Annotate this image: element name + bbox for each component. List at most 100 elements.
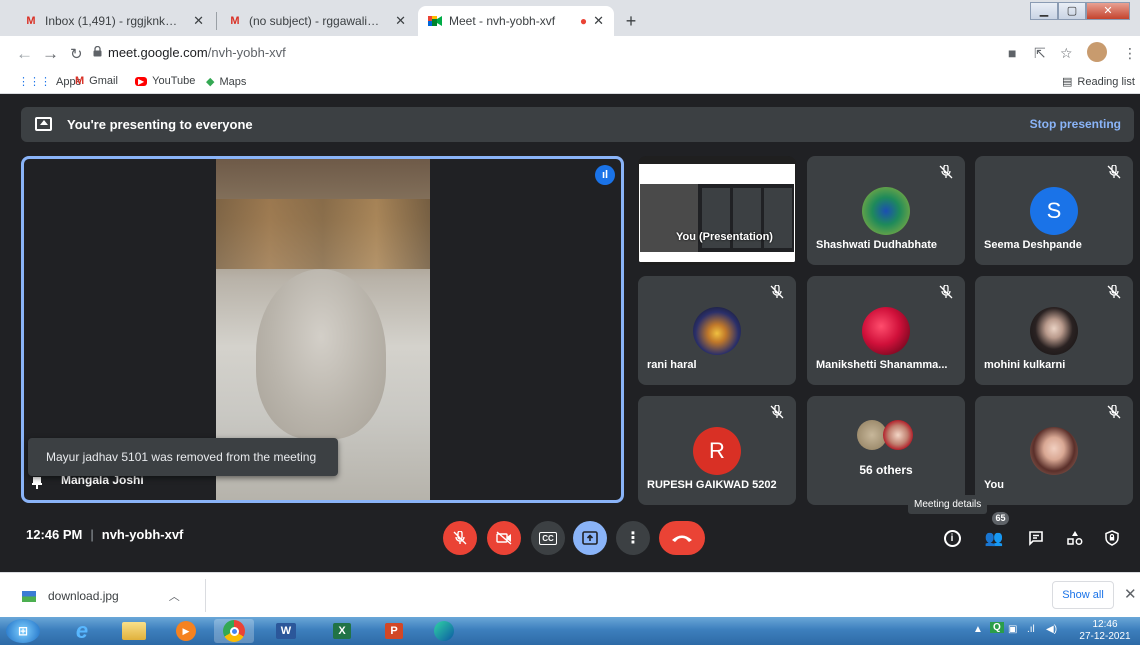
more-options-button[interactable]: ⋮ (616, 521, 650, 555)
download-item[interactable]: download.jpg ︿ (22, 588, 180, 604)
presenting-banner: You're presenting to everyone Stop prese… (21, 107, 1134, 142)
meeting-details-button[interactable]: i (937, 523, 967, 553)
forward-arrow-icon[interactable]: → (42, 44, 59, 64)
participant-tile[interactable]: Manikshetti Shanamma... (807, 276, 965, 385)
close-icon[interactable]: ✕ (193, 13, 204, 29)
file-explorer-icon[interactable] (114, 619, 154, 643)
window-close-button[interactable]: ✕ (1086, 2, 1130, 20)
bookmark-apps[interactable]: ⋮⋮⋮ Apps (18, 75, 81, 89)
presentation-caption: You (Presentation) (676, 231, 773, 243)
tab-title: Inbox (1,491) - rggjknk@gmail.co (45, 14, 187, 28)
girl-photo-avatar (1030, 307, 1078, 355)
gmail-icon: M (75, 75, 85, 87)
lock-icon[interactable] (93, 46, 102, 57)
chat-button[interactable] (1021, 523, 1051, 553)
tab-no-subject[interactable]: M (no subject) - rggawali@dayanan ✕ (218, 6, 416, 36)
close-icon[interactable]: ✕ (395, 13, 406, 29)
stop-presenting-button[interactable]: Stop presenting (1030, 117, 1121, 131)
edge-icon[interactable] (424, 619, 464, 643)
excel-icon[interactable]: X (322, 619, 362, 643)
close-icon[interactable]: ✕ (1124, 585, 1137, 603)
reading-list-icon: ▤ (1062, 76, 1073, 88)
volume-icon[interactable]: ◀) (1046, 624, 1057, 635)
reload-icon[interactable]: ↻ (70, 45, 83, 63)
tab-meet[interactable]: Meet - nvh-yobh-xvf ● ✕ (418, 6, 614, 36)
self-tile[interactable]: You (975, 396, 1133, 505)
tab-title: (no subject) - rggawali@dayanan (249, 14, 389, 28)
show-all-button[interactable]: Show all (1052, 581, 1114, 609)
leave-call-button[interactable] (659, 521, 705, 555)
mic-toggle-button[interactable] (443, 521, 477, 555)
clock-date: 27-12-2021 (1079, 631, 1131, 642)
participant-name: mohini kulkarni (984, 359, 1066, 371)
activities-button[interactable] (1060, 523, 1090, 553)
minimize-button[interactable]: ▁ (1030, 2, 1058, 20)
participant-tile[interactable]: mohini kulkarni (975, 276, 1133, 385)
maximize-button[interactable]: ▢ (1058, 2, 1086, 20)
browser-tab-strip: M Inbox (1,491) - rggjknk@gmail.co ✕ M (… (0, 0, 1140, 36)
camera-toggle-button[interactable] (487, 521, 521, 555)
meeting-code: nvh-yobh-xvf (101, 527, 184, 542)
participant-tile[interactable]: rani haral (638, 276, 796, 385)
play-icon: ▶ (176, 621, 196, 641)
powerpoint-icon[interactable]: P (374, 619, 414, 643)
download-filename: download.jpg (48, 589, 119, 603)
present-now-button[interactable] (573, 521, 607, 555)
others-tile[interactable]: 56 others (807, 396, 965, 505)
tray-expand-icon[interactable]: ▲ (973, 624, 983, 635)
bookmark-youtube[interactable]: ▶ YouTube (135, 75, 195, 87)
more-menu-icon[interactable]: ⋮ (1123, 45, 1137, 62)
new-tab-button[interactable]: + (620, 10, 642, 32)
temple-photo-avatar (693, 307, 741, 355)
people-button[interactable]: 👥 (979, 523, 1009, 553)
woman-photo-avatar (1030, 427, 1078, 475)
address-bar[interactable]: meet.google.com/nvh-yobh-xvf (108, 45, 286, 60)
video-person (256, 269, 386, 439)
bookmark-gmail[interactable]: M Gmail (75, 75, 118, 87)
hang-up-icon (672, 535, 692, 542)
activities-icon (1067, 531, 1083, 545)
profile-avatar[interactable] (1087, 42, 1107, 62)
mic-off-icon (1107, 285, 1121, 299)
presentation-tile[interactable]: You (Presentation) (638, 156, 796, 265)
clock[interactable]: 12:46 27-12-2021 (1077, 619, 1133, 643)
maps-icon: ◆ (206, 76, 215, 88)
bookmark-maps[interactable]: ◆ Maps (206, 75, 246, 89)
participant-tile[interactable]: Shashwati Dudhabhate (807, 156, 965, 265)
chevron-up-icon[interactable]: ︿ (169, 588, 180, 604)
notification-toast: Mayur jadhav 5101 was removed from the m… (28, 438, 338, 476)
camera-icon[interactable]: ■ (1008, 45, 1016, 61)
image-file-icon (22, 590, 36, 602)
participant-name: You (984, 479, 1004, 491)
participant-tile[interactable]: R RUPESH GAIKWAD 5202 (638, 396, 796, 505)
participant-tile[interactable]: S Seema Deshpande (975, 156, 1133, 265)
word-logo: W (275, 623, 297, 639)
captions-button[interactable]: CC (531, 521, 565, 555)
host-controls-button[interactable] (1097, 523, 1127, 553)
participant-name: rani haral (647, 359, 697, 371)
pin-icon[interactable] (32, 477, 42, 489)
people-icon: 👥 (984, 530, 1004, 547)
meeting-details-tooltip: Meeting details (908, 495, 988, 514)
media-player-icon[interactable]: ▶ (166, 619, 206, 643)
bookmark-label: Gmail (89, 75, 118, 87)
chrome-logo (223, 620, 245, 642)
bookmark-label: YouTube (152, 75, 196, 87)
back-arrow-icon[interactable]: ← (16, 44, 33, 64)
camera-off-icon (496, 531, 512, 545)
chrome-taskbar-icon[interactable] (214, 619, 254, 643)
mic-off-icon (1107, 165, 1121, 179)
network-device-icon[interactable]: ▣ (1008, 624, 1017, 635)
presentation-preview (639, 164, 795, 262)
tab-inbox[interactable]: M Inbox (1,491) - rggjknk@gmail.co ✕ (14, 6, 214, 36)
separator: | (90, 527, 94, 542)
ie-icon[interactable]: e (62, 618, 102, 643)
start-button[interactable]: ⊞ (6, 619, 40, 643)
tray-app-icon[interactable]: Q (990, 622, 1004, 633)
signal-icon[interactable]: .ıl (1027, 624, 1035, 635)
bookmark-star-icon[interactable]: ☆ (1060, 45, 1073, 62)
word-icon[interactable]: W (266, 619, 306, 643)
reading-list-button[interactable]: ▤ Reading list (1062, 75, 1135, 89)
share-icon[interactable]: ⇱ (1034, 45, 1046, 62)
close-icon[interactable]: ✕ (593, 13, 604, 29)
